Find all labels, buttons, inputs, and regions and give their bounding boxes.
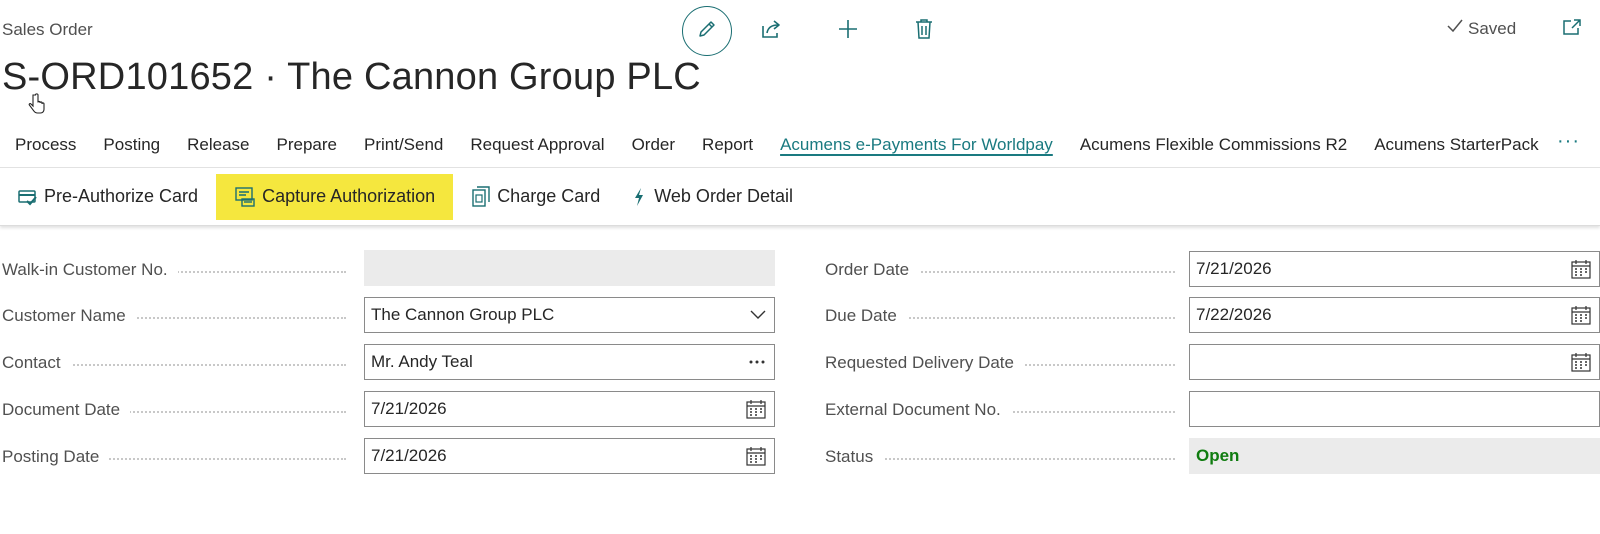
menu-acumens-starterpack[interactable]: Acumens StarterPack — [1374, 135, 1538, 157]
menu-prepare[interactable]: Prepare — [277, 135, 337, 157]
delete-button[interactable] — [908, 15, 940, 47]
new-icon — [837, 18, 859, 45]
status-row: Status — [825, 439, 1185, 475]
posting-date-input[interactable]: 7/21/2026 — [364, 438, 775, 474]
field-label: Walk-in Customer No. — [2, 260, 178, 280]
menu-request-approval[interactable]: Request Approval — [470, 135, 604, 157]
document-date-row: Document Date — [2, 392, 356, 428]
capture-authorization-button[interactable]: Capture Authorization — [216, 173, 454, 220]
order-date-input[interactable]: 7/21/2026 — [1189, 251, 1600, 287]
calendar-icon[interactable] — [746, 446, 766, 466]
page-type-label: Sales Order — [2, 20, 93, 39]
contact-row: Contact — [2, 345, 356, 381]
ellipsis-icon[interactable] — [748, 359, 766, 365]
chevron-down-icon[interactable] — [750, 310, 766, 320]
external-document-no-row: External Document No. — [825, 392, 1185, 428]
walk-in-customer-no-input — [364, 250, 775, 286]
field-label: Contact — [2, 353, 71, 373]
field-value: 7/21/2026 — [371, 399, 447, 418]
checkmark-icon — [1446, 18, 1468, 39]
card-check-icon — [18, 187, 38, 207]
external-document-no-input[interactable] — [1189, 391, 1600, 427]
menu-posting[interactable]: Posting — [103, 135, 160, 157]
menu-order[interactable]: Order — [632, 135, 675, 157]
requested-delivery-date-input[interactable] — [1189, 344, 1600, 380]
open-new-window-icon[interactable] — [1562, 18, 1582, 41]
field-label: Posting Date — [2, 447, 110, 467]
document-date-input[interactable]: 7/21/2026 — [364, 391, 775, 427]
charge-card-icon — [471, 185, 491, 208]
capture-icon — [234, 186, 256, 208]
more-options-button[interactable]: ··· — [1557, 130, 1580, 153]
status-value: Open — [1189, 438, 1600, 474]
charge-card-button[interactable]: Charge Card — [459, 174, 612, 220]
menu-report[interactable]: Report — [702, 135, 753, 157]
due-date-row: Due Date — [825, 298, 1185, 334]
pre-authorize-card-button[interactable]: Pre-Authorize Card — [6, 174, 210, 220]
field-label: Requested Delivery Date — [825, 353, 1024, 373]
field-label: External Document No. — [825, 400, 1011, 420]
saved-indicator: Saved — [1446, 18, 1516, 39]
share-button[interactable] — [756, 15, 788, 47]
order-date-row: Order Date — [825, 252, 1185, 288]
calendar-icon[interactable] — [1571, 259, 1591, 279]
action-label: Web Order Detail — [654, 186, 793, 206]
action-label: Capture Authorization — [262, 186, 436, 206]
customer-name-row: Customer Name — [2, 298, 356, 334]
edit-button[interactable] — [682, 6, 732, 56]
new-button[interactable] — [832, 15, 864, 47]
page-actions-toolbar — [682, 4, 940, 58]
delete-icon — [914, 18, 934, 45]
action-menu-bar: Process Posting Release Prepare Print/Se… — [0, 124, 1600, 168]
menu-release[interactable]: Release — [187, 135, 249, 157]
action-label: Pre-Authorize Card — [44, 186, 199, 206]
calendar-icon[interactable] — [1571, 305, 1591, 325]
field-value: 7/21/2026 — [371, 446, 447, 465]
page-title[interactable]: S-ORD101652 · The Cannon Group PLC — [2, 56, 701, 99]
field-value: 7/22/2026 — [1196, 305, 1272, 324]
field-label: Status — [825, 447, 884, 467]
web-order-detail-button[interactable]: Web Order Detail — [618, 174, 805, 220]
edit-icon — [696, 18, 718, 45]
saved-label: Saved — [1468, 18, 1517, 38]
field-label: Customer Name — [2, 306, 136, 326]
promoted-actions-bar: Pre-Authorize Card Capture Authorization… — [0, 168, 1600, 226]
field-value: Mr. Andy Teal — [371, 352, 473, 371]
field-value: 7/21/2026 — [1196, 259, 1272, 278]
menu-acumens-flexible-commissions[interactable]: Acumens Flexible Commissions R2 — [1080, 135, 1347, 157]
share-icon — [760, 18, 784, 45]
calendar-icon[interactable] — [1571, 352, 1591, 372]
requested-delivery-date-row: Requested Delivery Date — [825, 345, 1185, 381]
field-label: Document Date — [2, 400, 131, 420]
menu-acumens-e-payments[interactable]: Acumens e-Payments For Worldpay — [780, 135, 1053, 157]
posting-date-row: Posting Date — [2, 439, 356, 475]
walk-in-customer-no-row: Walk-in Customer No. — [2, 252, 356, 288]
calendar-icon[interactable] — [746, 399, 766, 419]
status-badge: Open — [1196, 446, 1240, 465]
due-date-input[interactable]: 7/22/2026 — [1189, 297, 1600, 333]
menu-process[interactable]: Process — [15, 135, 76, 157]
contact-input[interactable]: Mr. Andy Teal — [364, 344, 775, 380]
action-label: Charge Card — [497, 186, 601, 206]
field-label: Due Date — [825, 306, 907, 326]
hand-cursor-icon — [28, 93, 46, 122]
menu-print-send[interactable]: Print/Send — [364, 135, 443, 157]
lightning-icon — [630, 187, 648, 207]
field-value: The Cannon Group PLC — [371, 305, 555, 324]
customer-name-input[interactable]: The Cannon Group PLC — [364, 297, 775, 333]
field-label: Order Date — [825, 260, 920, 280]
